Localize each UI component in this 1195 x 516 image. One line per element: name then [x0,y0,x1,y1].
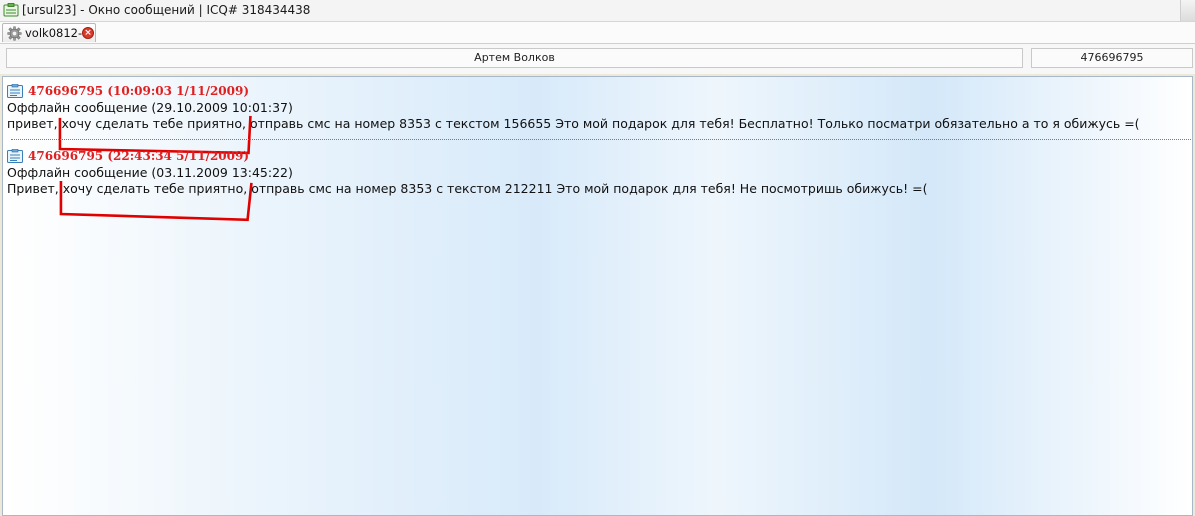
highlighted-phrase-text: хочу сделать тебе приятно, [61,116,246,131]
message-text-end: отправь смс на номер 8353 с текстом 1566… [249,116,1140,131]
title-bar: [ursul23] - Окно сообщений | ICQ# 318434… [0,0,1195,22]
message-sender: 476696795 (22:43:34 5/11/2009) [28,149,250,163]
gear-icon [7,26,22,41]
contact-header: Артем Волков 476696795 [0,44,1195,74]
message-card-icon [7,149,23,163]
offline-timestamp: Оффлайн сообщение (03.11.2009 13:45:22) [7,165,293,180]
tab-chat[interactable]: volk0812- × [2,23,96,42]
tab-strip: volk0812- × [0,22,1195,44]
message-history[interactable]: 476696795 (10:09:03 1/11/2009) Оффлайн с… [2,76,1193,516]
message-sender: 476696795 (10:09:03 1/11/2009) [28,84,250,98]
message-text: привет, хочу сделать тебе приятно, отпра… [7,116,1140,131]
highlighted-phrase: хочу сделать тебе приятно, [63,181,247,196]
close-icon[interactable]: × [82,27,94,39]
message-text-end: отправь смс на номер 8353 с текстом 2122… [251,181,928,196]
icq-message-icon [3,3,19,17]
window-title: [ursul23] - Окно сообщений | ICQ# 318434… [22,3,311,17]
message-text-start: Привет, [7,181,59,196]
message-card-icon [7,84,23,98]
window-corner [1180,0,1195,21]
contact-uin: 476696795 [1031,48,1193,68]
offline-timestamp: Оффлайн сообщение (29.10.2009 10:01:37) [7,100,293,115]
highlighted-phrase: хочу сделать тебе приятно, [62,116,246,131]
message-text: Привет, хочу сделать тебе приятно, отпра… [7,181,927,196]
highlighted-phrase-text: хочу сделать тебе приятно, [62,181,248,196]
contact-name: Артем Волков [6,48,1023,68]
tab-label: volk0812- [25,26,83,40]
message-divider [11,139,1191,140]
message-text-start: привет, [7,116,58,131]
